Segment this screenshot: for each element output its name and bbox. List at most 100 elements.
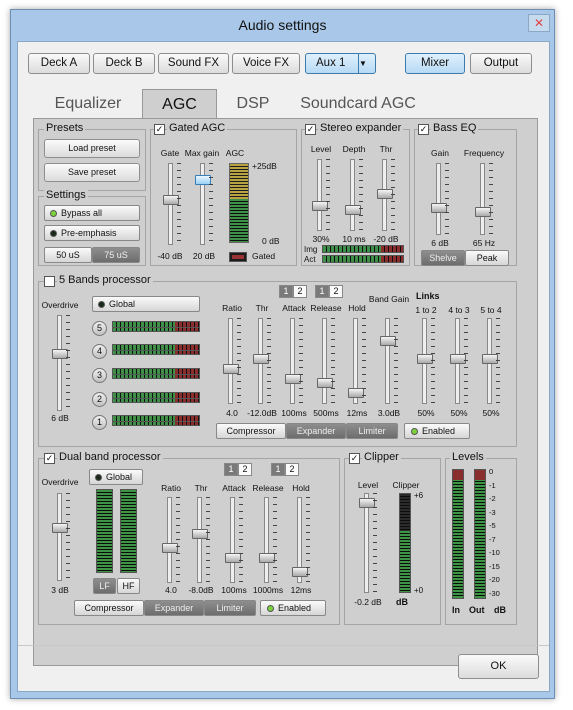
dual-band-checkbox[interactable]: ✓ <box>44 453 55 464</box>
slider-thumb[interactable] <box>450 354 466 364</box>
tab-soundcard-agc[interactable]: Soundcard AGC <box>293 89 423 119</box>
dual-global-button[interactable]: Global <box>89 469 143 485</box>
five-compressor-option[interactable]: Compressor <box>216 423 286 439</box>
five-limiter-option[interactable]: Limiter <box>346 423 398 439</box>
slider-tick <box>273 581 277 582</box>
stereo-expander-checkbox[interactable]: ✓ <box>305 124 316 135</box>
75us-option[interactable]: 75 uS <box>92 247 140 263</box>
stereo-thr-slider[interactable] <box>376 159 396 231</box>
lf-meter <box>96 489 113 573</box>
bass-frequency-slider[interactable] <box>474 163 494 235</box>
slider-thumb[interactable] <box>225 553 241 563</box>
release-slider[interactable] <box>316 318 336 404</box>
stereo-level-slider[interactable] <box>311 159 331 231</box>
slider-thumb[interactable] <box>380 336 396 346</box>
dual-mode-2[interactable]: 2 <box>238 463 252 476</box>
five-mode-1[interactable]: 1 <box>279 285 293 298</box>
ok-button[interactable]: OK <box>458 654 539 679</box>
window-title: Audio settings <box>238 17 327 33</box>
five-mode-2[interactable]: 2 <box>293 285 307 298</box>
five-overdrive-slider[interactable] <box>51 315 71 411</box>
five-mode-2b[interactable]: 2 <box>329 285 343 298</box>
band-3-button[interactable]: 3 <box>92 368 107 383</box>
mixer-button[interactable]: Mixer <box>405 53 465 74</box>
chevron-down-icon[interactable]: ▼ <box>358 54 375 73</box>
gated-agc-checkbox[interactable]: ✓ <box>154 124 165 135</box>
load-preset-button[interactable]: Load preset <box>44 139 140 158</box>
slider-thumb[interactable] <box>162 543 178 553</box>
peak-option[interactable]: Peak <box>465 250 509 266</box>
50us-option[interactable]: 50 uS <box>44 247 92 263</box>
maxgain-slider[interactable] <box>194 163 214 245</box>
dual-release-slider[interactable] <box>258 497 278 583</box>
dual-compressor-option[interactable]: Compressor <box>74 600 144 616</box>
slider-thumb[interactable] <box>482 354 498 364</box>
deck-b-button[interactable]: Deck B <box>93 53 155 74</box>
band-5-button[interactable]: 5 <box>92 321 107 336</box>
bass-eq-checkbox[interactable]: ✓ <box>418 124 429 135</box>
thr-slider[interactable] <box>252 318 272 404</box>
slider-thumb[interactable] <box>312 201 328 211</box>
attack-slider[interactable] <box>284 318 304 404</box>
dual-expander-option[interactable]: Expander <box>144 600 204 616</box>
dual-hold-slider[interactable] <box>291 497 311 583</box>
dual-thr-slider[interactable] <box>191 497 211 583</box>
save-preset-button[interactable]: Save preset <box>44 163 140 182</box>
five-global-button[interactable]: Global <box>92 296 200 312</box>
link-1to2-slider[interactable] <box>416 318 436 404</box>
dual-enabled-button[interactable]: Enabled <box>260 600 326 616</box>
slider-thumb[interactable] <box>292 567 308 577</box>
clipper-checkbox[interactable]: ✓ <box>349 453 360 464</box>
dual-overdrive-slider[interactable] <box>51 493 71 581</box>
slider-tick <box>239 532 243 533</box>
lf-button[interactable]: LF <box>93 578 116 594</box>
slider-thumb[interactable] <box>259 553 275 563</box>
slider-thumb[interactable] <box>253 354 269 364</box>
slider-thumb[interactable] <box>163 195 179 205</box>
dual-mode-2b[interactable]: 2 <box>285 463 299 476</box>
gate-slider[interactable] <box>162 163 182 245</box>
band-gain-slider[interactable] <box>379 318 399 404</box>
five-enabled-button[interactable]: Enabled <box>404 423 470 439</box>
slider-thumb[interactable] <box>285 374 301 384</box>
voice-fx-button[interactable]: Voice FX <box>232 53 300 74</box>
bass-gain-slider[interactable] <box>430 163 450 235</box>
clipper-level-slider[interactable] <box>358 493 378 593</box>
sound-fx-button[interactable]: Sound FX <box>158 53 229 74</box>
aux-dropdown[interactable]: Aux 1 ▼ <box>305 53 376 74</box>
slider-tick <box>431 353 435 354</box>
slider-thumb[interactable] <box>345 205 361 215</box>
slider-thumb[interactable] <box>348 388 364 398</box>
slider-thumb[interactable] <box>192 529 208 539</box>
band-1-button[interactable]: 1 <box>92 415 107 430</box>
tab-equalizer[interactable]: Equalizer <box>38 89 138 119</box>
band-4-button[interactable]: 4 <box>92 344 107 359</box>
dual-mode-1b[interactable]: 1 <box>271 463 285 476</box>
band-2-button[interactable]: 2 <box>92 392 107 407</box>
close-icon[interactable]: ✕ <box>528 14 550 32</box>
five-mode-1b[interactable]: 1 <box>315 285 329 298</box>
slider-thumb[interactable] <box>317 378 333 388</box>
pre-emphasis-button[interactable]: Pre-emphasis <box>44 225 140 241</box>
stereo-depth-slider[interactable] <box>344 159 364 231</box>
five-bands-checkbox[interactable] <box>44 276 55 287</box>
tab-agc[interactable]: AGC <box>142 89 217 119</box>
link-4to3-slider[interactable] <box>449 318 469 404</box>
slider-thumb[interactable] <box>417 354 433 364</box>
five-expander-option[interactable]: Expander <box>286 423 346 439</box>
hf-button[interactable]: HF <box>117 578 140 594</box>
hold-slider[interactable] <box>347 318 367 404</box>
deck-a-button[interactable]: Deck A <box>28 53 90 74</box>
tab-dsp[interactable]: DSP <box>223 89 283 119</box>
dual-mode-1[interactable]: 1 <box>224 463 238 476</box>
bypass-all-button[interactable]: Bypass all <box>44 205 140 221</box>
dual-ratio-slider[interactable] <box>161 497 181 583</box>
output-button[interactable]: Output <box>470 53 532 74</box>
dual-limiter-option[interactable]: Limiter <box>204 600 256 616</box>
link-5to4-slider[interactable] <box>481 318 501 404</box>
ratio-slider[interactable] <box>222 318 242 404</box>
shelve-option[interactable]: Shelve <box>421 250 465 266</box>
slider-tick <box>299 339 303 340</box>
dual-attack-slider[interactable] <box>224 497 244 583</box>
slider-thumb[interactable] <box>223 364 239 374</box>
